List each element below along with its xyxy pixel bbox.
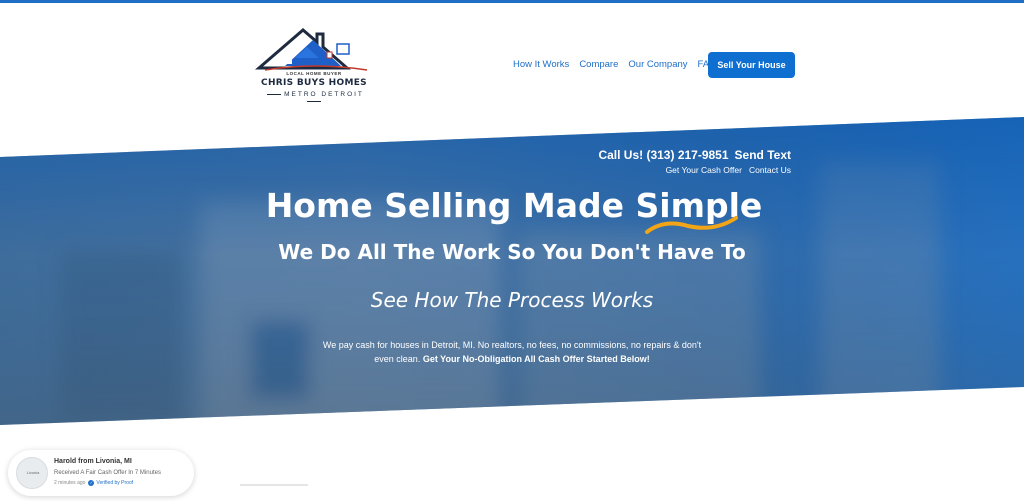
hero-description-bold: Get Your No-Obligation All Cash Offer St… [422,354,650,364]
avatar-label: Livonia [26,470,40,475]
proof-message: Received A Fair Cash Offer In 7 Minutes [54,470,161,476]
contact-us-link[interactable]: Contact Us [749,165,791,175]
hero-sublinks: Get Your Cash Offer Contact Us [659,165,791,175]
scroll-indicator [240,484,308,486]
map-avatar: Livonia [16,457,48,489]
social-proof-popup[interactable]: Livonia Harold from Livonia, MI Received… [8,450,194,496]
hero-subheadline: We Do All The Work So You Don't Have To [278,240,746,264]
headline-underline-swoosh [645,216,738,234]
call-us-link[interactable]: Call Us! (313) 217-9851 [598,148,728,162]
verified-badge: ✓ Verified by Proof [88,480,133,486]
verified-label: Verified by Proof [96,480,134,486]
proof-time: 2 minutes ago [54,480,86,486]
call-bar: Call Us! (313) 217-9851 Send Text [592,148,791,162]
page: LOCAL HOME BUYER CHRIS BUYS HOMES METRO … [0,0,1024,501]
hero-section: Call Us! (313) 217-9851 Send Text Get You… [0,0,1024,501]
check-icon: ✓ [88,480,95,486]
proof-meta: 2 minutes ago ✓ Verified by Proof [54,480,133,486]
send-text-link[interactable]: Send Text [735,148,791,162]
hero-description: We pay cash for houses in Detroit, MI. N… [320,338,704,366]
proof-name: Harold from Livonia, MI [54,458,132,465]
hero-headline: Home Selling Made Simple [265,186,763,225]
get-cash-offer-link[interactable]: Get Your Cash Offer [666,165,742,175]
see-process-link[interactable]: See How The Process Works [0,288,1024,312]
